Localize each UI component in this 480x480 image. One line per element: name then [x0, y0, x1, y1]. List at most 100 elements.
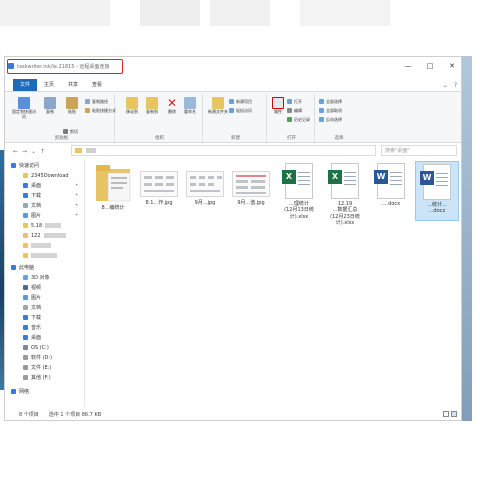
copy-path-button[interactable]: 复制路径 [85, 98, 108, 105]
file-item-word-selected[interactable]: W ...统计... ...docx [415, 161, 459, 221]
nav-item-drive-d[interactable]: 软件 (D:) [23, 353, 52, 362]
video-icon [23, 285, 28, 290]
cut-button[interactable]: 剪切 [63, 128, 78, 135]
close-button[interactable]: ✕ [441, 57, 461, 75]
file-item-folder[interactable]: 8...编统计 [91, 161, 135, 211]
group-clipboard: 固定到快速访问 复制 粘贴 剪切 复制路径 粘贴快捷方式 剪贴板 [9, 94, 116, 142]
nav-this-pc[interactable]: 此电脑 [11, 263, 34, 272]
paste-icon [66, 97, 78, 109]
chevron-down-icon[interactable]: ⌄ [443, 82, 448, 89]
group-label-new: 新建 [231, 136, 240, 141]
nav-item-pictures[interactable]: 图片 [23, 211, 41, 220]
item-count: 8 个项目 [19, 412, 39, 418]
folder-icon [75, 148, 82, 153]
paste-button[interactable]: 粘贴 [61, 97, 83, 115]
file-item-image[interactable]: 8.1...作.jpg [137, 161, 181, 206]
nav-item-2345download[interactable]: 2345Download [23, 171, 69, 180]
maximize-button[interactable]: □ [419, 57, 441, 75]
file-item-excel[interactable]: X ...理统计 (12月13日统 计).xlsx [277, 161, 321, 220]
nav-item-videos[interactable]: 视频 [23, 283, 41, 292]
nav-quick-access[interactable]: 快速访问 [11, 161, 39, 170]
select-all-button[interactable]: 全部选择 [319, 98, 342, 105]
open-button[interactable]: 打开 [287, 98, 302, 105]
nav-item-desktop[interactable]: 桌面 [23, 181, 41, 190]
new-item-icon [229, 99, 234, 104]
search-input[interactable]: 搜索"桌面" [381, 145, 457, 156]
forward-arrow-icon[interactable]: → [22, 148, 27, 155]
pin-icon: ✦ [75, 182, 79, 187]
select-none-icon [319, 108, 324, 113]
nav-item-drive-c[interactable]: OS (C:) [23, 343, 49, 352]
file-item-image[interactable]: 9月...jpg [183, 161, 227, 206]
group-label-organize: 组织 [155, 136, 164, 141]
nav-item-folder[interactable] [23, 241, 51, 250]
file-name-line: ...数据汇总 [332, 207, 358, 214]
nav-network[interactable]: 网络 [11, 387, 29, 396]
nav-item-3d-objects[interactable]: 3D 对象 [23, 273, 50, 282]
large-icons-view-icon[interactable] [451, 411, 457, 417]
edit-button[interactable]: 编辑 [287, 107, 302, 114]
copy-icon [44, 97, 56, 109]
ribbon: 固定到快速访问 复制 粘贴 剪切 复制路径 粘贴快捷方式 剪贴板 移动到 复制到… [5, 91, 461, 143]
drive-icon [23, 355, 28, 360]
group-new: 新建文件夹 新建项目 轻松访问 新建 [205, 94, 267, 142]
image-thumbnail [140, 171, 178, 197]
back-arrow-icon[interactable]: ← [13, 148, 18, 155]
pin-quick-access-button[interactable]: 固定到快速访问 [11, 97, 37, 119]
nav-item-folder-122[interactable]: 122 [23, 231, 66, 240]
help-icon[interactable]: ? [454, 82, 457, 89]
properties-button[interactable]: 属性 [269, 97, 287, 115]
easy-access-button[interactable]: 轻松访问 [229, 107, 252, 114]
file-name-line: ...docx [428, 208, 446, 215]
breadcrumb[interactable] [86, 148, 96, 153]
select-none-button[interactable]: 全部取消 [319, 107, 342, 114]
file-item-excel[interactable]: X 12.19 ...数据汇总 (12月23日统 计).xlsx [323, 161, 367, 226]
paste-shortcut-button[interactable]: 粘贴快捷方式 [85, 107, 116, 114]
status-bar: 8 个项目 选中 1 个项目 86.7 KB [5, 408, 461, 420]
title-bar: taskwriter.ink/le.21815 - 远程桌面连接 — □ ✕ [5, 57, 461, 75]
nav-item-music[interactable]: 音乐 [23, 323, 41, 332]
file-item-image[interactable]: 9月...值.jpg [229, 161, 273, 206]
minimize-button[interactable]: — [397, 57, 419, 75]
nav-item-documents-pc[interactable]: 文档 [23, 303, 41, 312]
move-to-icon [126, 97, 138, 109]
background-tile [0, 0, 110, 26]
address-bar[interactable] [71, 145, 376, 156]
move-to-button[interactable]: 移动到 [121, 97, 143, 115]
tab-file[interactable]: 文件 [13, 79, 38, 91]
invert-selection-button[interactable]: 反向选择 [319, 116, 342, 123]
tab-home[interactable]: 主页 [37, 79, 61, 91]
folder-icon [23, 253, 28, 258]
address-row: ← → ⌄ ↑ 搜索"桌面" [5, 144, 461, 158]
file-item-word[interactable]: W ....docx [369, 161, 413, 207]
recent-chevron-icon[interactable]: ⌄ [31, 148, 36, 155]
title-highlight-box [7, 59, 123, 74]
image-thumbnail [232, 171, 270, 197]
document-icon [23, 305, 28, 310]
new-item-button[interactable]: 新建项目 [229, 98, 252, 105]
rename-icon [184, 97, 196, 109]
copy-to-button[interactable]: 复制到 [141, 97, 163, 115]
copy-button[interactable]: 复制 [39, 97, 61, 115]
folder-icon [23, 243, 28, 248]
new-folder-button[interactable]: 新建文件夹 [207, 97, 229, 115]
folder-icon [23, 173, 28, 178]
nav-item-drive-f[interactable]: 其他 (F:) [23, 373, 51, 382]
file-name-line: (12月13日统 [284, 207, 314, 214]
nav-item-documents[interactable]: 文档 [23, 201, 41, 210]
rename-button[interactable]: 重命名 [179, 97, 201, 115]
nav-item-downloads-pc[interactable]: 下载 [23, 313, 41, 322]
nav-item-desktop-pc[interactable]: 桌面 [23, 333, 41, 342]
tab-view[interactable]: 查看 [85, 79, 109, 91]
ribbon-tabs: 文件 主页 共享 查看 ⌄ ? [5, 79, 461, 91]
tab-share[interactable]: 共享 [61, 79, 85, 91]
details-view-icon[interactable] [443, 411, 449, 417]
nav-item-folder-518[interactable]: 5.18 [23, 221, 62, 230]
nav-item-pictures-pc[interactable]: 图片 [23, 293, 41, 302]
nav-item-folder[interactable] [23, 251, 57, 260]
up-arrow-icon[interactable]: ↑ [40, 148, 45, 155]
nav-item-downloads[interactable]: 下载 [23, 191, 41, 200]
history-button[interactable]: 历史记录 [287, 116, 310, 123]
select-all-icon [319, 99, 324, 104]
nav-item-drive-e[interactable]: 文件 (E:) [23, 363, 51, 372]
